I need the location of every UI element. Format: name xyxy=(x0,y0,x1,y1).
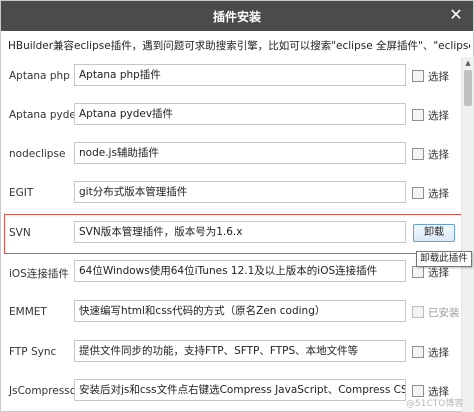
plugin-row-ftp-sync: FTP Sync 提供文件同步的功能，支持FTP、SFTP、FTPS、本地文件等… xyxy=(1,333,461,373)
uninstall-tooltip: 卸载此插件 xyxy=(416,251,472,267)
plugin-list: Aptana php Aptana php插件 选择 Aptana pydev … xyxy=(1,57,461,412)
select-label[interactable]: 选择 xyxy=(428,186,449,201)
plugin-desc: Aptana pydev插件 xyxy=(74,103,406,125)
plugin-desc: 提供文件同步的功能，支持FTP、SFTP、FTPS、本地文件等 xyxy=(74,340,406,362)
plugin-desc: SVN版本管理插件，版本号为1.6.x xyxy=(74,221,406,243)
plugin-row-jscompressor: JsCompressor 安装后对js和css文件点右键选Compress Ja… xyxy=(1,372,461,412)
select-label[interactable]: 选择 xyxy=(428,265,449,280)
close-icon[interactable]: ✕ xyxy=(443,4,469,26)
select-checkbox[interactable] xyxy=(412,187,424,199)
plugin-name: Aptana php xyxy=(9,70,70,82)
plugin-name: iOS连接插件 xyxy=(9,268,69,280)
select-checkbox[interactable] xyxy=(412,266,424,278)
dialog-title: 插件安装 xyxy=(212,10,261,24)
plugin-name: EGIT xyxy=(9,187,34,199)
watermark: @51CTO博客 xyxy=(406,399,464,409)
installed-label: 已安装 xyxy=(428,307,460,319)
plugin-row-svn: SVN SVN版本管理插件，版本号为1.6.x 卸载 xyxy=(1,214,461,254)
plugin-row-nodeclipse: nodeclipse node.js辅助插件 选择 xyxy=(1,135,461,175)
plugin-row-aptana-php: Aptana php Aptana php插件 选择 xyxy=(1,57,461,97)
hint-text: HBuilder兼容eclipse插件，遇到问题可求助搜索引擎，比如可以搜索"e… xyxy=(8,40,470,52)
plugin-desc: node.js辅助插件 xyxy=(74,142,406,164)
select-checkbox[interactable] xyxy=(412,346,424,358)
plugin-desc: 快速编写html和css代码的方式（原名Zen coding） xyxy=(74,300,406,322)
plugin-desc: 64位Windows使用64位iTunes 12.1及以上版本的iOS连接插件 xyxy=(74,260,406,282)
plugin-name: FTP Sync xyxy=(9,346,57,358)
plugin-install-dialog: 插件安装 ✕ HBuilder兼容eclipse插件，遇到问题可求助搜索引擎，比… xyxy=(0,0,474,412)
select-label[interactable]: 选择 xyxy=(428,69,449,84)
select-checkbox[interactable] xyxy=(412,109,424,121)
plugin-name: EMMET xyxy=(9,306,47,318)
plugin-row-egit: EGIT git分布式版本管理插件 选择 xyxy=(1,174,461,214)
plugin-desc: Aptana php插件 xyxy=(74,64,406,86)
plugin-name: SVN xyxy=(9,227,31,239)
plugin-name: nodeclipse xyxy=(9,148,66,160)
vertical-scrollbar[interactable]: ▲ xyxy=(461,57,474,412)
plugin-desc: git分布式版本管理插件 xyxy=(74,181,406,203)
scroll-up-arrow-icon[interactable]: ▲ xyxy=(462,57,474,70)
uninstall-button[interactable]: 卸载 xyxy=(413,224,455,242)
plugin-name: JsCompressor xyxy=(9,385,81,397)
installed-checkbox xyxy=(412,306,424,318)
title-bar: 插件安装 ✕ xyxy=(1,1,473,31)
plugin-row-ios: iOS连接插件 64位Windows使用64位iTunes 12.1及以上版本的… xyxy=(1,253,461,293)
plugin-row-aptana-pydev: Aptana pydev Aptana pydev插件 选择 xyxy=(1,96,461,136)
plugin-row-emmet: EMMET 快速编写html和css代码的方式（原名Zen coding） 已安… xyxy=(1,293,461,333)
plugin-name: Aptana pydev xyxy=(9,109,83,121)
select-checkbox[interactable] xyxy=(412,148,424,160)
select-label[interactable]: 选择 xyxy=(428,147,449,162)
select-label[interactable]: 选择 xyxy=(428,108,449,123)
select-label[interactable]: 选择 xyxy=(428,345,449,360)
scroll-thumb[interactable] xyxy=(464,70,472,106)
plugin-desc: 安装后对js和css文件点右键选Compress JavaScript、Comp… xyxy=(74,379,406,401)
select-checkbox[interactable] xyxy=(412,70,424,82)
